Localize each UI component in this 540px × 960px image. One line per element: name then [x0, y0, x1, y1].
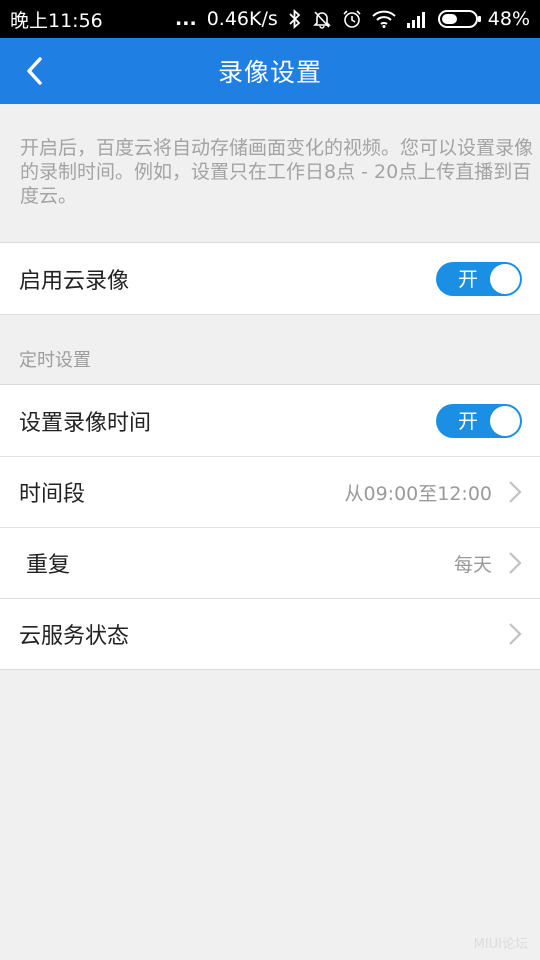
status-dots: ... [175, 8, 197, 30]
section-header-schedule: 定时设置 [19, 350, 91, 371]
cloud-record-group: 启用云录像 开 [0, 242, 540, 315]
toggle-text: 开 [458, 266, 478, 291]
chevron-right-icon [509, 623, 522, 645]
chevron-left-icon [27, 57, 42, 85]
cloud-service-status-label: 云服务状态 [19, 624, 130, 649]
status-icons: ... 0.46K/s 48% [175, 8, 530, 30]
bell-off-icon [312, 11, 331, 29]
record-time-row: 设置录像时间 开 [0, 385, 540, 456]
wifi-icon [372, 10, 396, 28]
alarm-icon [343, 10, 361, 28]
cloud-service-status-row[interactable]: 云服务状态 [0, 598, 540, 669]
repeat-row[interactable]: 重复 每天 [0, 527, 540, 598]
page-title: 录像设置 [217, 58, 322, 87]
description-text: 开启后，百度云将自动存储画面变化的视频。您可以设置录像的录制时间。例如，设置只在… [20, 137, 534, 207]
repeat-value: 每天 [453, 553, 492, 576]
battery-level [441, 14, 458, 24]
record-time-label: 设置录像时间 [19, 410, 152, 436]
chevron-right-icon [509, 552, 522, 574]
bluetooth-icon [289, 9, 301, 29]
toggle-knob [490, 405, 520, 436]
app-header: 录像设置 [0, 38, 540, 104]
battery-percent: 48% [487, 8, 530, 30]
chevron-right-icon [509, 481, 522, 503]
cloud-record-toggle[interactable]: 开 [436, 261, 522, 296]
time-period-value: 从09:00至12:00 [344, 482, 492, 505]
signal-icon [406, 12, 425, 28]
schedule-group: 设置录像时间 开 时间段 从09:00至12:00 重复 每天 云服务状态 [0, 384, 540, 670]
toggle-text: 开 [458, 408, 478, 433]
time-period-label: 时间段 [19, 482, 86, 507]
cloud-record-row: 启用云录像 开 [0, 243, 540, 314]
status-bar: 晚上11:56 ... 0.46K/s 48% [0, 0, 540, 38]
battery-icon [437, 10, 481, 28]
back-button[interactable] [14, 50, 54, 92]
watermark: MIUI论坛 [473, 937, 528, 952]
time-period-row[interactable]: 时间段 从09:00至12:00 [0, 456, 540, 527]
cloud-record-label: 启用云录像 [19, 268, 130, 294]
status-time: 晚上11:56 [10, 9, 103, 32]
record-time-toggle[interactable]: 开 [436, 403, 522, 438]
repeat-label: 重复 [19, 553, 70, 578]
toggle-knob [490, 263, 520, 294]
network-speed: 0.46K/s [206, 8, 278, 30]
